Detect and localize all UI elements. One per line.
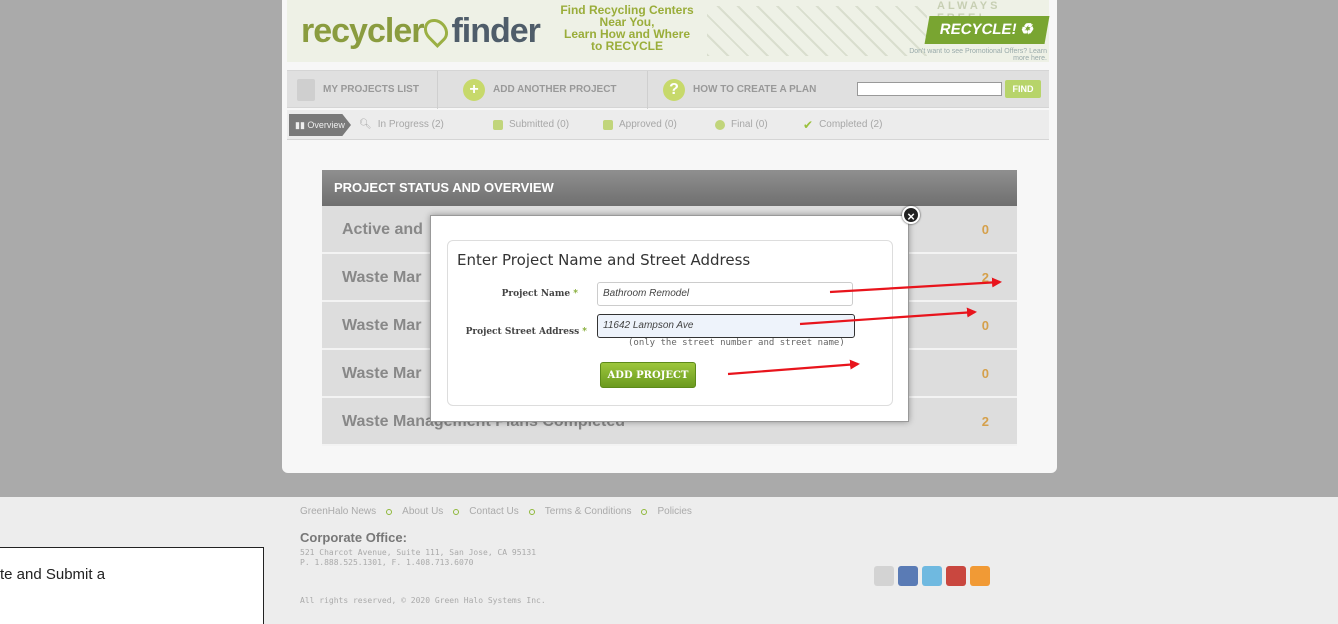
status-heading: PROJECT STATUS AND OVERVIEW (322, 170, 1017, 206)
recycle-button[interactable]: RECYCLE! ♻ (924, 16, 1050, 44)
footer-link-terms[interactable]: Terms & Conditions (545, 506, 632, 517)
plus-circle-icon: + (463, 79, 485, 101)
modal-form-panel: Enter Project Name and Street Address Pr… (447, 240, 893, 406)
tagline-line-1: Find Recycling Centers Near You, (560, 3, 694, 29)
modal-title: Enter Project Name and Street Address (457, 251, 751, 269)
project-search-input[interactable] (857, 82, 1002, 96)
tab-overview[interactable]: ▮▮ Overview (289, 114, 351, 136)
status-row-count: 0 (981, 318, 989, 333)
header-banner: recycler finder Find Recycling Centers Ne… (287, 0, 1050, 62)
facebook-icon[interactable] (898, 566, 918, 586)
tab-submitted[interactable]: Submitted (0) (493, 110, 569, 140)
tab-label: Final (0) (731, 119, 768, 130)
label-text: Project Name (501, 289, 571, 299)
nav-add-another-project[interactable]: + ADD ANOTHER PROJECT (463, 71, 617, 109)
bullet-icon (453, 508, 460, 515)
recyclerfinder-logo[interactable]: recycler finder (301, 12, 541, 51)
tab-label: Overview (307, 120, 345, 130)
status-row-label: Active and (342, 221, 423, 238)
nav-how-to-create-plan[interactable]: ? HOW TO CREATE A PLAN (663, 71, 816, 109)
tab-approved[interactable]: Approved (0) (603, 110, 677, 140)
footer-link-news[interactable]: GreenHalo News (300, 506, 376, 517)
location-pin-icon (419, 14, 454, 48)
status-row-label: Waste Mar (342, 269, 422, 286)
map-illustration (707, 6, 927, 56)
bullet-icon (528, 508, 535, 515)
nav-item-label: HOW TO CREATE A PLAN (693, 84, 817, 95)
status-row-count: 0 (981, 366, 989, 381)
nav-item-label: MY PROJECTS LIST (323, 84, 419, 95)
logo-text-recycler: recycler (301, 12, 424, 50)
required-marker: * (582, 327, 587, 337)
required-marker: * (573, 289, 578, 299)
footer-link-policies[interactable]: Policies (657, 506, 691, 517)
callout-text: te and Submit a (0, 566, 106, 583)
status-tabs: ▮▮ Overview 🔍︎ In Progress (2) Submitted … (287, 110, 1049, 140)
checkmark-icon: ✔ (803, 118, 814, 132)
question-circle-icon: ? (663, 79, 685, 101)
corporate-phone: P. 1.888.525.1301, F. 1.408.713.6070 (300, 558, 474, 567)
find-button[interactable]: FIND (1005, 80, 1041, 98)
tab-label: In Progress (2) (377, 119, 444, 130)
promo-opt-out-text[interactable]: Don't want to see Promotional Offers? Le… (897, 48, 1047, 62)
project-name-input[interactable]: Bathroom Remodel (597, 282, 853, 306)
project-address-label: Project Street Address * (457, 327, 587, 337)
bullet-icon (386, 508, 393, 515)
footer-links: GreenHalo News About Us Contact Us Terms… (300, 506, 692, 517)
footer-link-about[interactable]: About Us (402, 506, 443, 517)
tab-label: Completed (2) (819, 119, 883, 130)
instruction-callout: te and Submit a (0, 547, 264, 624)
status-row-label: Waste Mar (342, 365, 422, 382)
nav-divider (437, 71, 438, 109)
address-hint: (only the street number and street name) (628, 338, 845, 348)
tab-final[interactable]: Final (0) (715, 110, 768, 140)
magnifier-icon: 🔍︎ (359, 119, 372, 130)
nav-my-projects-list[interactable]: MY PROJECTS LIST (297, 71, 419, 109)
submitted-icon (493, 120, 503, 130)
status-row-count: 0 (981, 222, 989, 237)
approved-icon (603, 120, 613, 130)
corporate-office-title: Corporate Office: (300, 530, 407, 545)
project-nav-bar: MY PROJECTS LIST + ADD ANOTHER PROJECT ?… (287, 70, 1049, 109)
corporate-address: 521 Charcot Avenue, Suite 111, San Jose,… (300, 548, 537, 557)
nav-divider (647, 71, 648, 109)
tab-completed[interactable]: ✔ Completed (2) (803, 110, 882, 140)
label-text: Project Street Address (465, 327, 580, 337)
document-list-icon (297, 79, 315, 101)
footer-link-contact[interactable]: Contact Us (469, 506, 518, 517)
bar-chart-icon: ▮▮ (295, 120, 308, 130)
email-icon[interactable] (874, 566, 894, 586)
rss-icon[interactable] (970, 566, 990, 586)
twitter-icon[interactable] (922, 566, 942, 586)
status-row-count: 2 (981, 414, 989, 429)
tab-in-progress[interactable]: 🔍︎ In Progress (2) (359, 110, 444, 140)
youtube-icon[interactable] (946, 566, 966, 586)
banner-tagline: Find Recycling Centers Near You, Learn H… (547, 4, 707, 52)
status-row-count: 2 (981, 270, 989, 285)
status-row-label: Waste Mar (342, 317, 422, 334)
close-icon[interactable]: × (902, 206, 920, 224)
tagline-line-3: to RECYCLE (591, 39, 663, 53)
logo-text-finder: finder (451, 12, 540, 50)
nav-item-label: ADD ANOTHER PROJECT (493, 84, 617, 95)
final-icon (715, 120, 725, 130)
add-project-button[interactable]: ADD PROJECT (600, 362, 696, 388)
bullet-icon (641, 508, 648, 515)
tab-label: Submitted (0) (509, 119, 570, 130)
add-project-modal: Enter Project Name and Street Address Pr… (430, 215, 909, 422)
project-name-label: Project Name * (448, 289, 578, 299)
tab-label: Approved (0) (619, 119, 677, 130)
copyright-text: All rights reserved, © 2020 Green Halo S… (300, 596, 546, 605)
project-address-input[interactable]: 11642 Lampson Ave (597, 314, 855, 338)
